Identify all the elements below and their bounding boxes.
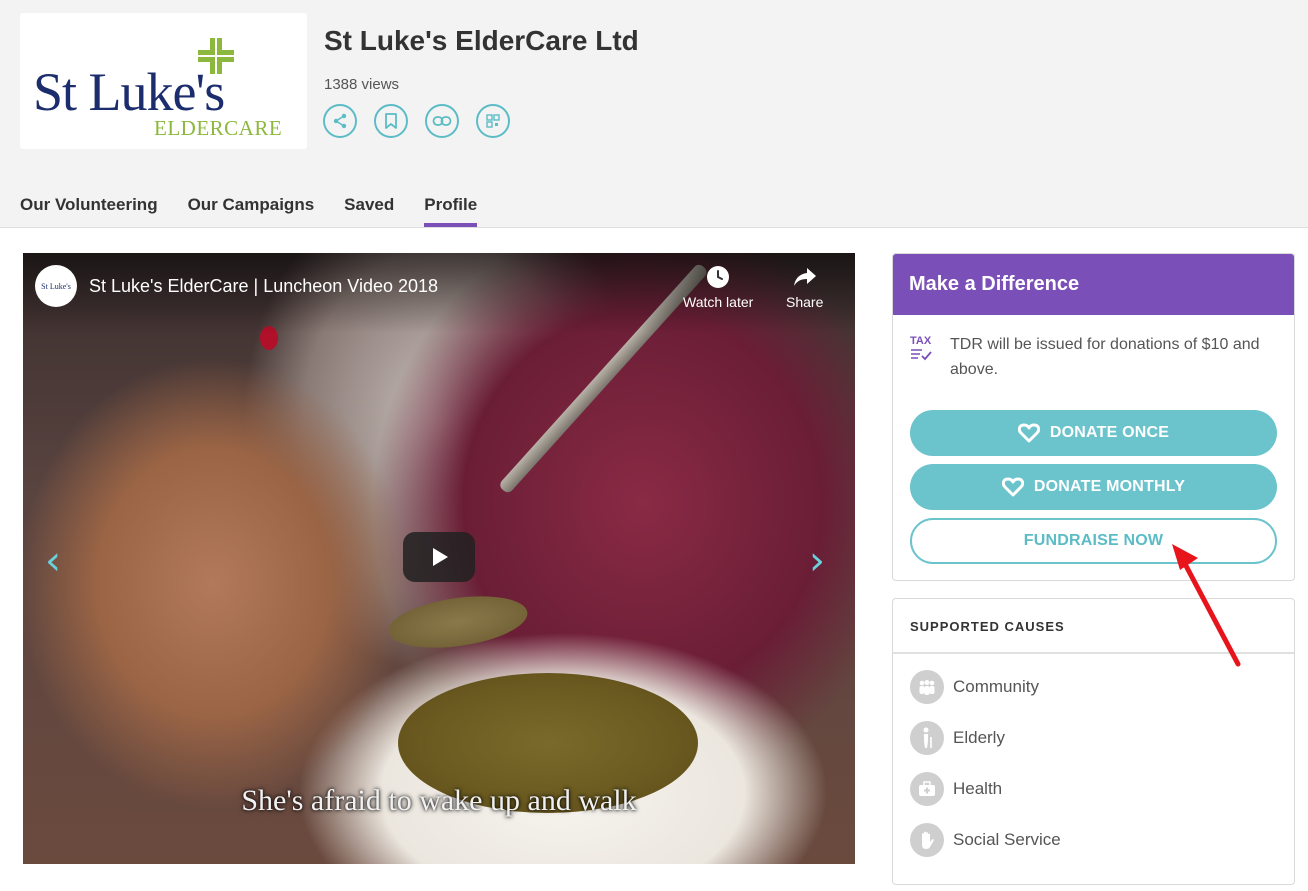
fundraise-label: FUNDRAISE NOW [1023, 532, 1164, 549]
profile-actions [323, 104, 510, 138]
share-icon [333, 113, 347, 129]
prev-arrow-icon[interactable]: ‹ [45, 538, 61, 584]
qr-code-icon [486, 114, 500, 128]
heart-icon [1001, 477, 1024, 497]
donate-once-label: DONATE ONCE [1049, 424, 1170, 441]
next-arrow-icon[interactable]: › [809, 538, 825, 584]
video-share-button[interactable]: Share [786, 265, 823, 310]
play-button[interactable] [403, 532, 475, 582]
donate-panel: Make a Difference TAX TDR will be issued… [892, 253, 1295, 581]
page-title: St Luke's ElderCare Ltd [324, 25, 639, 56]
tab-profile[interactable]: Profile [424, 195, 477, 227]
cause-elderly: Elderly [910, 721, 1005, 755]
view-count: 1388 views [324, 76, 400, 93]
cause-community: Community [910, 670, 1039, 704]
logo-subtext: ELDERCARE [154, 116, 283, 140]
qr-code-button[interactable] [476, 104, 510, 138]
channel-avatar[interactable]: St Luke's [35, 265, 77, 307]
donate-once-button[interactable]: DONATE ONCE [910, 410, 1277, 456]
tdr-text: TDR will be issued for donations of $10 … [950, 336, 1260, 378]
share-arrow-icon [793, 268, 816, 286]
cause-label: Elderly [953, 728, 1005, 747]
tab-saved[interactable]: Saved [344, 195, 394, 224]
profile-tabs: Our Volunteering Our Campaigns Saved Pro… [20, 195, 477, 227]
donate-monthly-label: DONATE MONTHLY [1033, 478, 1186, 495]
elderly-icon [910, 721, 944, 755]
tab-our-campaigns[interactable]: Our Campaigns [188, 195, 315, 224]
hand-icon [910, 823, 944, 857]
annotation-arrow-icon [1172, 544, 1241, 667]
play-icon [433, 548, 448, 566]
cause-label: Health [953, 779, 1003, 798]
watch-later-button[interactable]: Watch later [683, 265, 753, 310]
cause-social-service: Social Service [910, 823, 1061, 857]
cause-health: Health [910, 772, 1002, 806]
cause-label: Social Service [953, 830, 1061, 849]
share-button[interactable] [323, 104, 357, 138]
donate-monthly-button[interactable]: DONATE MONTHLY [910, 464, 1277, 510]
share-label: Share [786, 294, 824, 310]
community-icon [910, 670, 944, 704]
link-icon [432, 116, 452, 126]
video-title[interactable]: St Luke's ElderCare | Luncheon Video 201… [89, 276, 438, 297]
heart-icon [1017, 423, 1040, 443]
video-player[interactable]: St Luke's St Luke's ElderCare | Luncheon… [23, 253, 855, 864]
org-logo: St Luke's ELDERCARE [20, 13, 307, 149]
tdr-note: TAX TDR will be issued for donations of … [910, 336, 1270, 382]
logo-wordmark: St Luke's [33, 62, 225, 122]
video-caption: She's afraid to wake up and walk [241, 784, 637, 817]
clock-icon [707, 266, 730, 288]
bookmark-button[interactable] [374, 104, 408, 138]
watch-later-label: Watch later [683, 294, 754, 310]
medical-kit-icon [910, 772, 944, 806]
spoon [385, 588, 531, 656]
bookmark-icon [385, 113, 397, 129]
cause-label: Community [953, 677, 1039, 696]
copy-link-button[interactable] [425, 104, 459, 138]
tax-icon: TAX [910, 336, 936, 382]
page-header: St Luke's ELDERCARE St Luke's ElderCare … [0, 0, 1308, 228]
donate-panel-heading: Make a Difference [893, 254, 1294, 315]
tab-our-volunteering[interactable]: Our Volunteering [20, 195, 158, 224]
